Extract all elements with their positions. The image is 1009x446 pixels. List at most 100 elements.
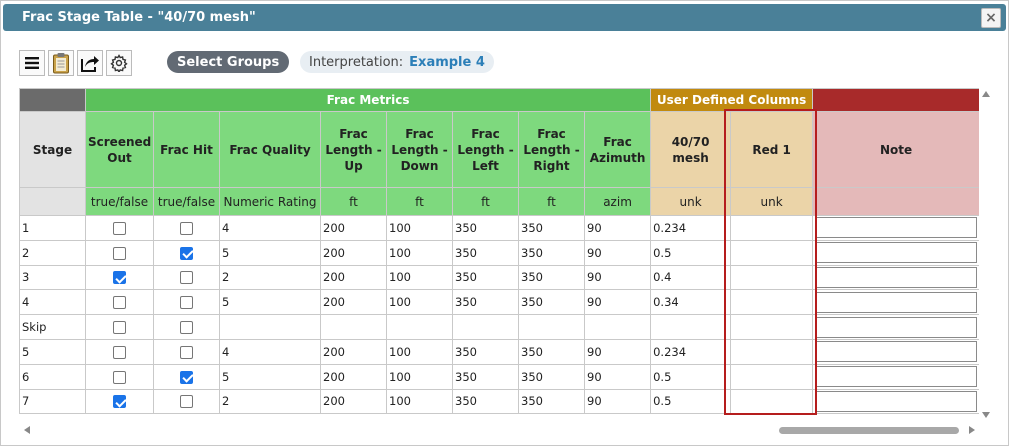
settings-button[interactable] [106, 50, 132, 76]
frac-hit-checkbox[interactable] [180, 345, 193, 359]
red-1-cell[interactable] [730, 215, 814, 241]
frac-azimuth-cell[interactable]: 90 [583, 338, 652, 365]
stage-cell[interactable]: 1 [19, 215, 86, 241]
mesh-40-70-cell[interactable]: 0.5 [650, 363, 732, 390]
screened-out-checkbox[interactable] [113, 321, 126, 335]
note-input[interactable] [815, 341, 978, 363]
frac-azimuth-cell[interactable]: 90 [583, 388, 652, 414]
column-header-frac-length-right[interactable]: Frac Length - Right [518, 111, 585, 188]
column-header-frac-azimuth[interactable]: Frac Azimuth [583, 111, 652, 188]
frac-quality-cell[interactable]: 5 [219, 363, 321, 390]
scroll-up-icon[interactable] [982, 91, 990, 97]
stage-cell[interactable]: Skip [19, 314, 86, 340]
frac-length-down-cell[interactable]: 100 [386, 289, 453, 316]
column-header-red-1[interactable]: Red 1 [730, 111, 814, 188]
frac-length-up-cell[interactable]: 200 [320, 338, 387, 365]
frac-azimuth-cell[interactable]: 90 [583, 215, 652, 241]
screened-out-checkbox[interactable] [113, 221, 126, 235]
column-header-frac-length-left[interactable]: Frac Length - Left [452, 111, 519, 188]
red-1-cell[interactable] [730, 239, 814, 266]
horizontal-scrollbar[interactable] [19, 423, 979, 437]
frac-length-down-cell[interactable]: 100 [386, 239, 453, 266]
column-header-stage[interactable]: Stage [19, 111, 86, 188]
mesh-40-70-cell[interactable] [650, 314, 732, 340]
note-input[interactable] [815, 217, 978, 239]
frac-azimuth-cell[interactable]: 90 [583, 289, 652, 316]
frac-length-right-cell[interactable]: 350 [518, 289, 585, 316]
red-1-cell[interactable] [730, 338, 814, 365]
column-header-frac-length-up[interactable]: Frac Length - Up [320, 111, 387, 188]
frac-length-down-cell[interactable]: 100 [386, 264, 453, 291]
column-header-frac-hit[interactable]: Frac Hit [153, 111, 220, 188]
note-input[interactable] [815, 266, 978, 288]
frac-length-right-cell[interactable]: 350 [518, 264, 585, 291]
screened-out-checkbox[interactable] [113, 246, 126, 260]
frac-length-right-cell[interactable] [518, 314, 585, 340]
close-button[interactable]: × [981, 8, 1001, 28]
stage-cell[interactable]: 7 [19, 388, 86, 414]
frac-hit-checkbox[interactable] [180, 221, 193, 235]
frac-hit-checkbox[interactable] [180, 296, 193, 310]
note-input[interactable] [815, 291, 978, 313]
frac-length-up-cell[interactable]: 200 [320, 388, 387, 414]
note-input[interactable] [815, 366, 978, 388]
frac-length-left-cell[interactable]: 350 [452, 264, 519, 291]
screened-out-checkbox[interactable] [113, 370, 126, 384]
frac-length-right-cell[interactable]: 350 [518, 215, 585, 241]
mesh-40-70-cell[interactable]: 0.234 [650, 338, 732, 365]
frac-length-right-cell[interactable]: 350 [518, 363, 585, 390]
red-1-cell[interactable] [730, 264, 814, 291]
frac-quality-cell[interactable]: 2 [219, 388, 321, 414]
frac-length-left-cell[interactable]: 350 [452, 215, 519, 241]
menu-button[interactable] [19, 50, 45, 76]
frac-length-up-cell[interactable]: 200 [320, 363, 387, 390]
note-input[interactable] [815, 242, 978, 264]
mesh-40-70-cell[interactable]: 0.4 [650, 264, 732, 291]
frac-length-right-cell[interactable]: 350 [518, 338, 585, 365]
stage-cell[interactable]: 3 [19, 264, 86, 291]
mesh-40-70-cell[interactable]: 0.5 [650, 388, 732, 414]
interpretation-value[interactable]: Example 4 [409, 55, 485, 70]
frac-length-down-cell[interactable] [386, 314, 453, 340]
clipboard-button[interactable] [48, 50, 74, 76]
select-groups-button[interactable]: Select Groups [167, 51, 290, 73]
frac-length-right-cell[interactable]: 350 [518, 239, 585, 266]
frac-length-left-cell[interactable]: 350 [452, 363, 519, 390]
note-input[interactable] [815, 390, 978, 412]
frac-length-up-cell[interactable]: 200 [320, 215, 387, 241]
scroll-down-icon[interactable] [982, 412, 990, 418]
scroll-left-icon[interactable] [24, 426, 30, 434]
frac-quality-cell[interactable]: 4 [219, 215, 321, 241]
stage-cell[interactable]: 6 [19, 363, 86, 390]
red-1-cell[interactable] [730, 388, 814, 414]
stage-cell[interactable]: 4 [19, 289, 86, 316]
column-header-frac-quality[interactable]: Frac Quality [219, 111, 321, 188]
frac-length-left-cell[interactable] [452, 314, 519, 340]
note-input[interactable] [815, 316, 978, 338]
frac-hit-checkbox[interactable] [180, 370, 193, 384]
column-header-note[interactable]: Note [812, 111, 979, 188]
frac-azimuth-cell[interactable]: 90 [583, 239, 652, 266]
screened-out-checkbox[interactable] [113, 271, 126, 285]
frac-azimuth-cell[interactable]: 90 [583, 264, 652, 291]
column-header-40-70-mesh[interactable]: 40/70 mesh [650, 111, 732, 188]
frac-quality-cell[interactable]: 4 [219, 338, 321, 365]
frac-length-left-cell[interactable]: 350 [452, 338, 519, 365]
frac-hit-checkbox[interactable] [180, 395, 193, 409]
red-1-cell[interactable] [730, 314, 814, 340]
screened-out-checkbox[interactable] [113, 296, 126, 310]
frac-length-right-cell[interactable]: 350 [518, 388, 585, 414]
interpretation-badge[interactable]: Interpretation: Example 4 [300, 51, 494, 73]
frac-length-down-cell[interactable]: 100 [386, 388, 453, 414]
frac-length-left-cell[interactable]: 350 [452, 239, 519, 266]
frac-length-left-cell[interactable]: 350 [452, 388, 519, 414]
frac-hit-checkbox[interactable] [180, 271, 193, 285]
frac-length-down-cell[interactable]: 100 [386, 215, 453, 241]
screened-out-checkbox[interactable] [113, 345, 126, 359]
stage-cell[interactable]: 2 [19, 239, 86, 266]
frac-length-up-cell[interactable]: 200 [320, 289, 387, 316]
frac-hit-checkbox[interactable] [180, 321, 193, 335]
column-header-frac-length-down[interactable]: Frac Length - Down [386, 111, 453, 188]
frac-length-left-cell[interactable]: 350 [452, 289, 519, 316]
scroll-right-icon[interactable] [969, 426, 975, 434]
